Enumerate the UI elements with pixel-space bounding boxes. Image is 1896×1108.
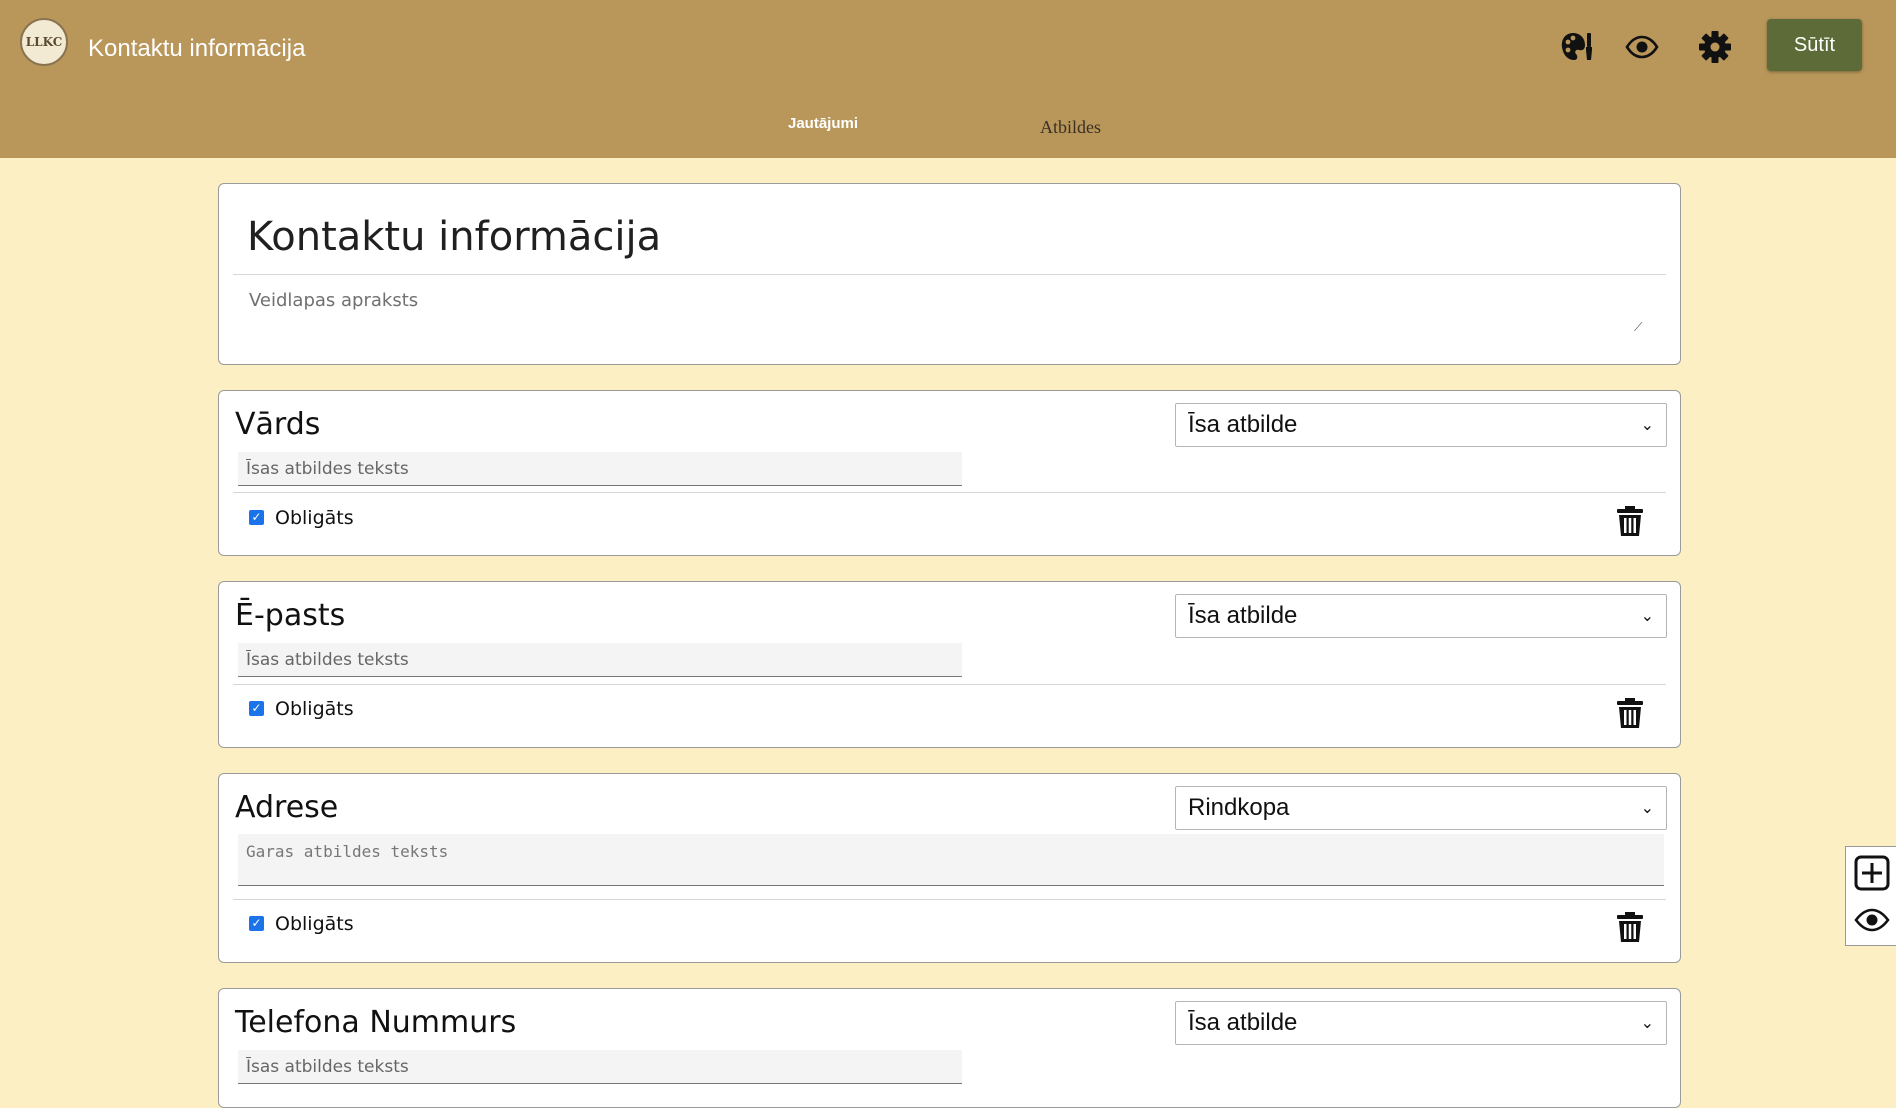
add-question-icon[interactable]	[1854, 855, 1890, 891]
question-title[interactable]: Vārds	[235, 407, 320, 442]
long-answer-field[interactable]	[238, 834, 1664, 886]
eye-icon[interactable]	[1625, 30, 1659, 64]
app-title: Kontaktu informācija	[88, 35, 306, 62]
required-label: Obligāts	[275, 698, 354, 720]
palette-icon[interactable]	[1559, 30, 1593, 64]
short-answer-field[interactable]	[238, 452, 962, 486]
question-type-value: Rindkopa	[1188, 794, 1290, 821]
top-header: LLKC Kontaktu informācija Sūtīt Jautājum…	[0, 0, 1896, 158]
form-title[interactable]: Kontaktu informācija	[247, 214, 661, 260]
required-checkbox[interactable]: ✓	[249, 510, 264, 525]
chevron-down-icon: ⌄	[1640, 800, 1654, 817]
chevron-down-icon: ⌄	[1640, 1015, 1654, 1032]
question-title[interactable]: Telefona Nummurs	[235, 1005, 516, 1040]
divider	[233, 274, 1666, 275]
question-card: Adrese Rindkopa ⌄ ✓ Obligāts	[218, 773, 1681, 963]
required-checkbox[interactable]: ✓	[249, 701, 264, 716]
divider	[233, 899, 1666, 900]
logo[interactable]: LLKC	[20, 18, 68, 66]
short-answer-field[interactable]	[238, 643, 962, 677]
form-description-field[interactable]	[247, 288, 1661, 354]
question-type-select[interactable]: Rindkopa ⌄	[1175, 786, 1667, 830]
question-type-select[interactable]: Īsa atbilde ⌄	[1175, 1001, 1667, 1045]
question-card: Ē-pasts Īsa atbilde ⌄ ✓ Obligāts	[218, 581, 1681, 748]
trash-icon[interactable]	[1616, 505, 1644, 537]
short-answer-field[interactable]	[238, 1050, 962, 1084]
question-type-select[interactable]: Īsa atbilde ⌄	[1175, 594, 1667, 638]
required-label: Obligāts	[275, 913, 354, 935]
chevron-down-icon: ⌄	[1640, 417, 1654, 434]
divider	[233, 684, 1666, 685]
side-toolbar	[1845, 846, 1896, 946]
tab-questions[interactable]: Jautājumi	[788, 115, 858, 132]
preview-eye-icon[interactable]	[1854, 902, 1890, 938]
question-title[interactable]: Adrese	[235, 790, 338, 825]
question-type-value: Īsa atbilde	[1188, 1009, 1298, 1036]
question-title[interactable]: Ē-pasts	[235, 598, 345, 633]
required-label: Obligāts	[275, 507, 354, 529]
form-title-card: Kontaktu informācija ⟋	[218, 183, 1681, 365]
tab-responses[interactable]: Atbildes	[1040, 117, 1101, 138]
question-type-value: Īsa atbilde	[1188, 602, 1298, 629]
question-card: Telefona Nummurs Īsa atbilde ⌄	[218, 988, 1681, 1108]
question-type-value: Īsa atbilde	[1188, 411, 1298, 438]
trash-icon[interactable]	[1616, 911, 1644, 943]
question-card: Vārds Īsa atbilde ⌄ ✓ Obligāts	[218, 390, 1681, 556]
gear-icon[interactable]	[1698, 30, 1732, 64]
question-type-select[interactable]: Īsa atbilde ⌄	[1175, 403, 1667, 447]
trash-icon[interactable]	[1616, 697, 1644, 729]
divider	[233, 492, 1666, 493]
resize-handle-icon[interactable]: ⟋	[1634, 321, 1644, 333]
chevron-down-icon: ⌄	[1640, 608, 1654, 625]
required-checkbox[interactable]: ✓	[249, 916, 264, 931]
send-button[interactable]: Sūtīt	[1767, 19, 1862, 71]
